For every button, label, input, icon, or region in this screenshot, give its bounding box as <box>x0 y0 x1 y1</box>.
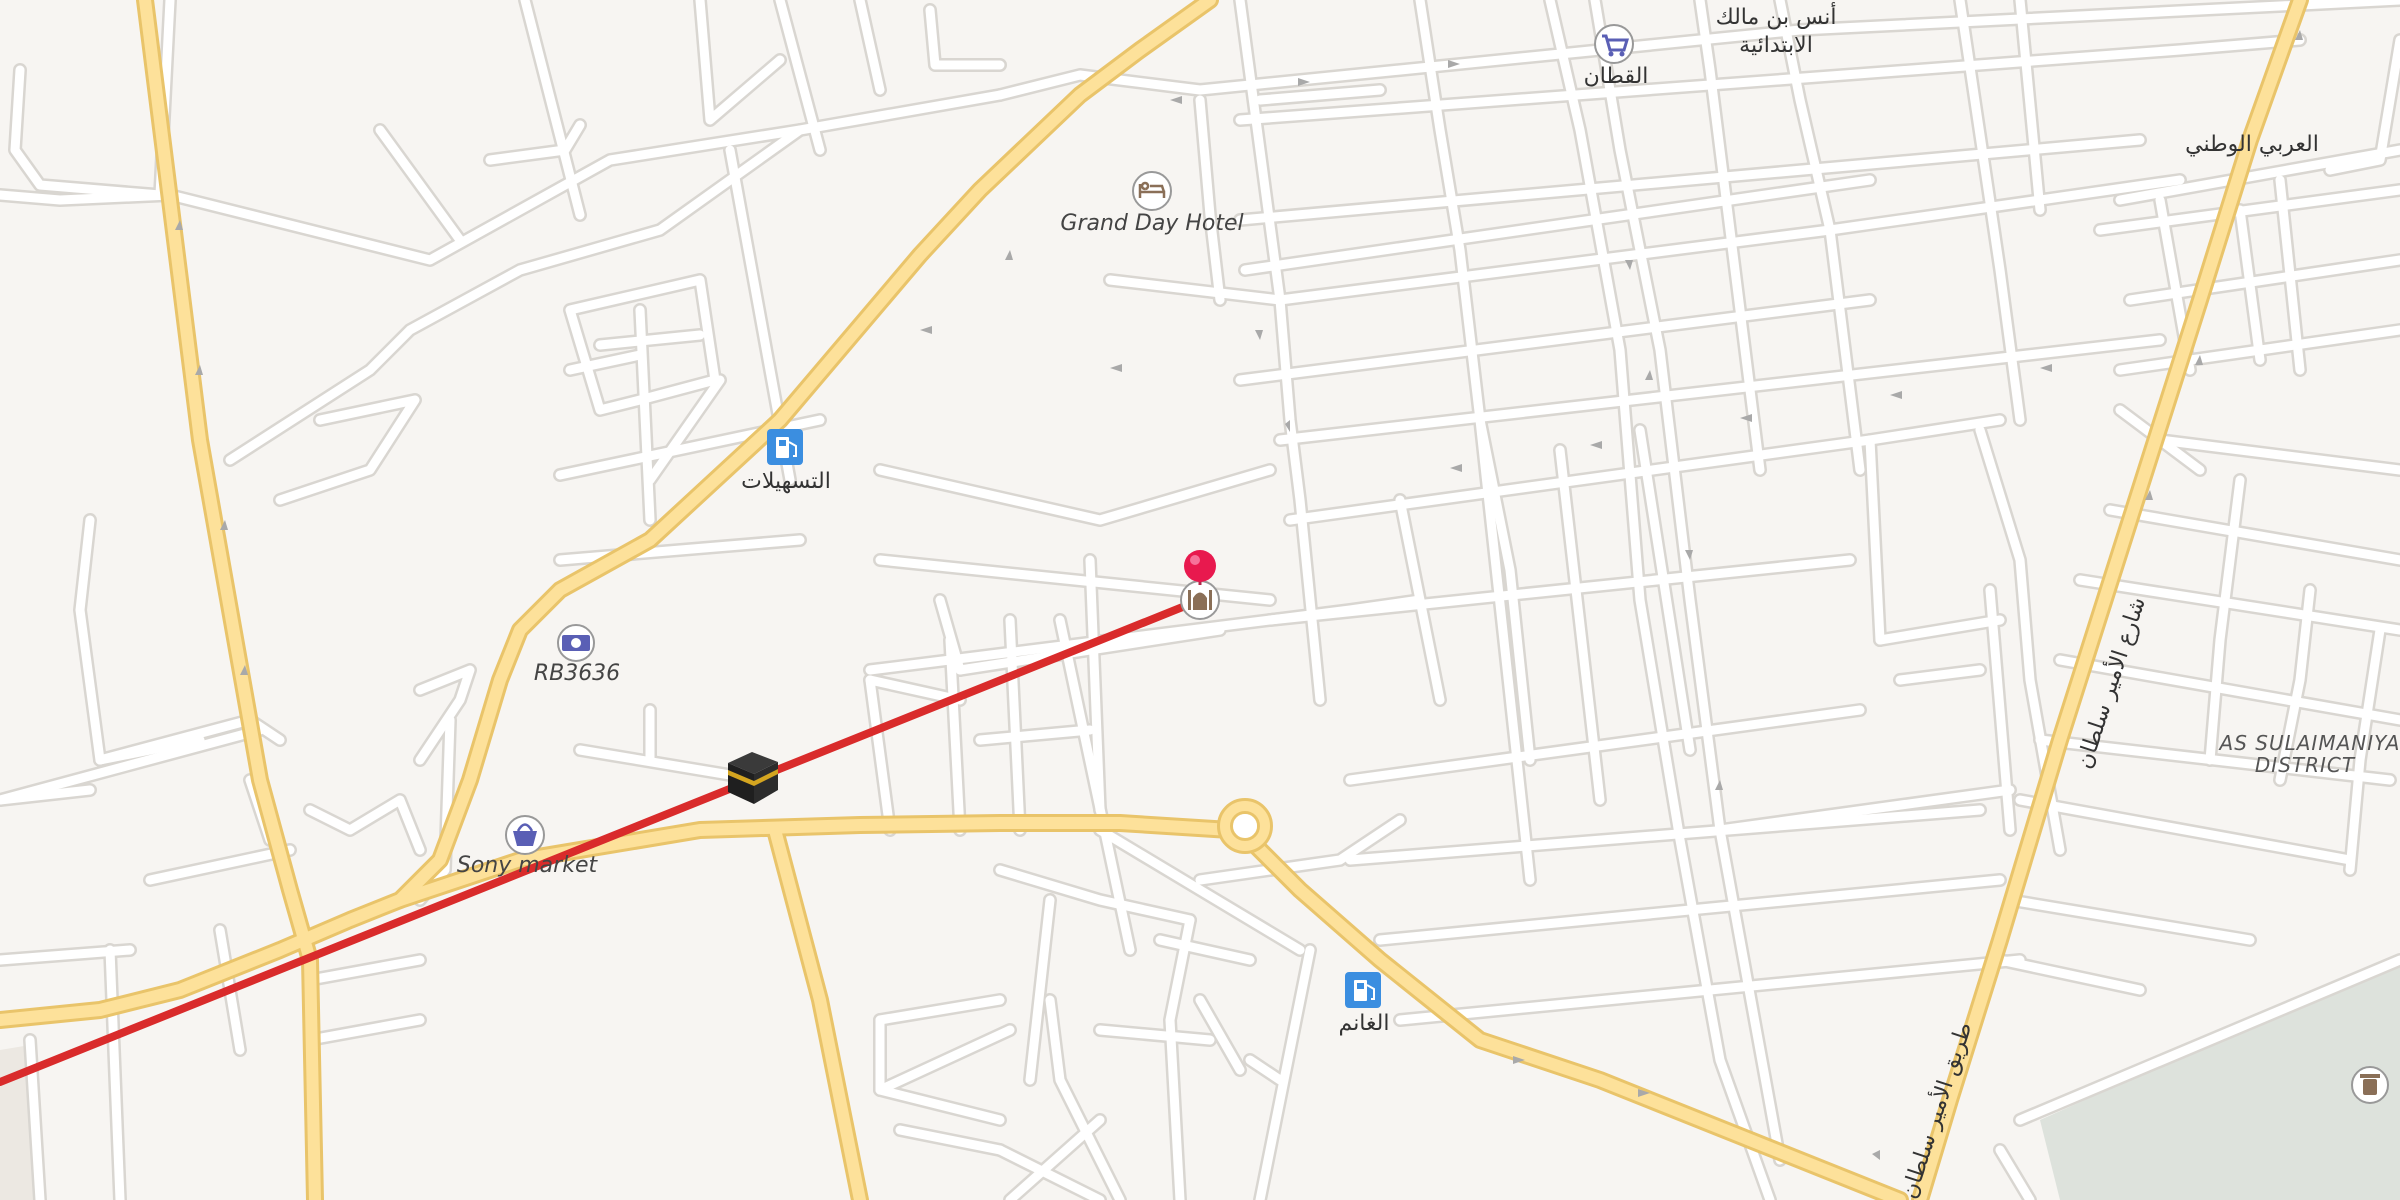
roundabout-center <box>1233 814 1257 838</box>
school-label-line1: أنس بن مالك <box>1716 2 1837 30</box>
district-label-line2: DISTRICT <box>2255 753 2356 777</box>
hotel-label: Grand Day Hotel <box>1060 211 1243 236</box>
bank-label-arabi-watani: العربي الوطني <box>2185 132 2319 157</box>
fuel-label-ghanem: الغانم <box>1339 1011 1390 1036</box>
shop-label-qattan: القطان <box>1584 64 1649 89</box>
location-pin-icon[interactable] <box>1184 550 1216 582</box>
waste-disposal-poi[interactable] <box>2351 1066 2389 1104</box>
trash-can-icon <box>2363 1079 2377 1095</box>
fuel-label-tasheelat: التسهيلات <box>741 469 831 494</box>
bank-label: RB3636 <box>534 661 620 686</box>
district-label-line1: AS SULAIMANIYA <box>2218 731 2400 755</box>
map-canvas[interactable]: Grand Day Hotel التسهيلات RB3636 Sony ma… <box>0 0 2400 1200</box>
school-label-line2: الابتدائية <box>1739 33 1813 58</box>
market-label: Sony market <box>457 853 599 878</box>
shopping-basket-icon <box>513 831 537 846</box>
